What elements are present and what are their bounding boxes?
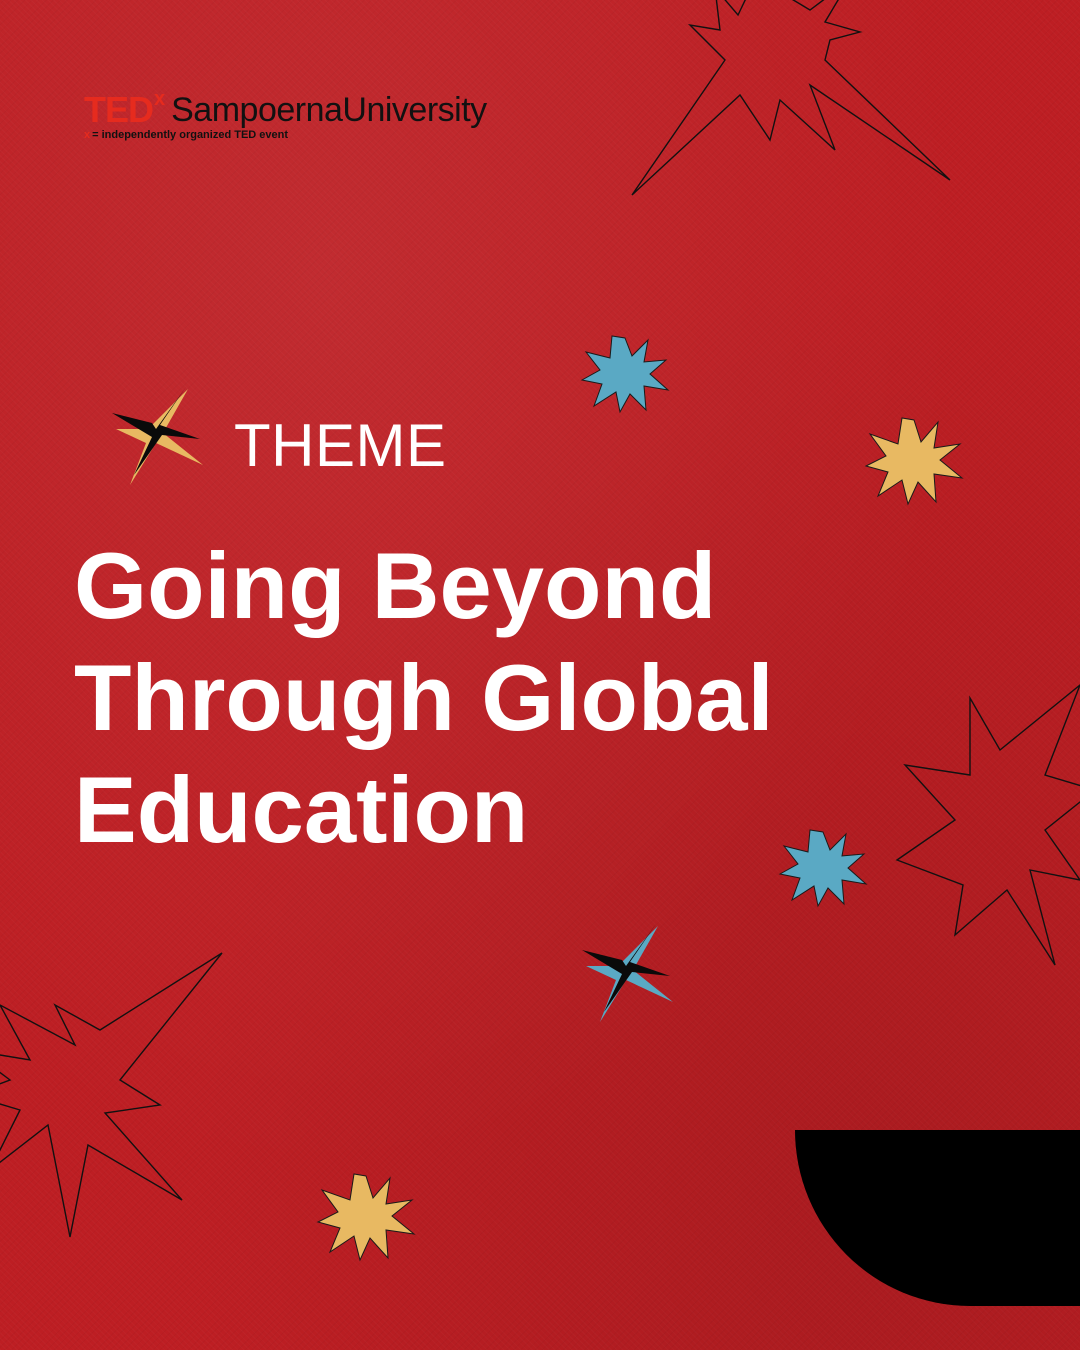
blue-starburst-icon	[580, 335, 670, 414]
yellow-starburst-icon	[864, 417, 964, 506]
sparkle-icon	[112, 387, 203, 485]
outline-starburst-bottom-icon	[0, 952, 223, 1238]
theme-title-line-3: Education	[74, 757, 529, 862]
black-corner-shape	[795, 1130, 1080, 1306]
theme-poster: TED x SampoernaUniversity x = independen…	[0, 0, 1080, 1350]
logo-tagline-text: = independently organized TED event	[92, 129, 289, 141]
logo-tagline: x = independently organized TED event	[84, 129, 487, 141]
theme-label: THEME	[234, 412, 447, 479]
logo-organizer-name: SampoernaUniversity	[171, 91, 487, 129]
theme-title-line-2: Through Global	[74, 645, 774, 750]
logo-x-mark: x	[154, 88, 166, 110]
tedx-logo: TED x SampoernaUniversity x = independen…	[84, 88, 487, 141]
theme-title-line-1: Going Beyond	[74, 533, 717, 638]
theme-title: Going Beyond Through Global Education	[74, 530, 974, 866]
sparkle-lower-icon	[582, 924, 673, 1022]
yellow-starburst-bottom-icon	[316, 1173, 416, 1262]
logo-ted-wordmark: TED	[84, 89, 154, 130]
outline-starburst-top-icon	[631, 0, 951, 196]
logo-tagline-x: x	[84, 129, 91, 141]
